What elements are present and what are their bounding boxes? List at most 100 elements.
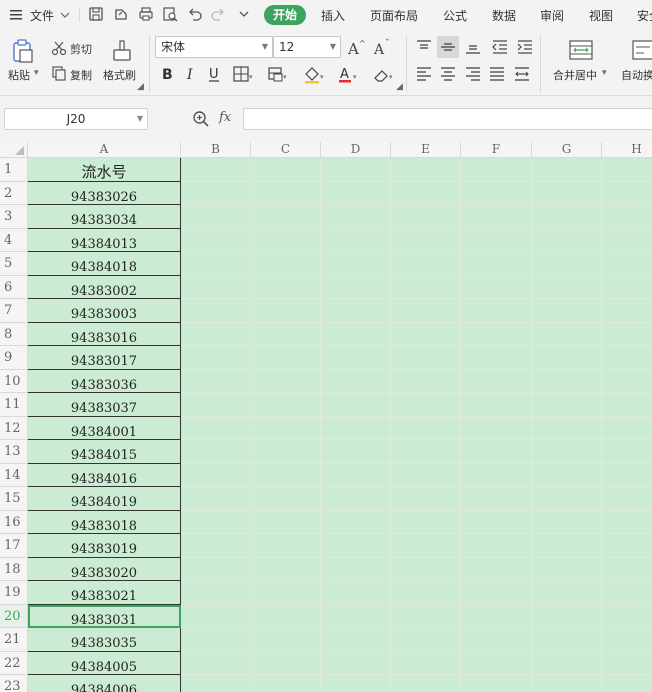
column-header-c[interactable]: C — [251, 142, 321, 158]
fill-color-icon[interactable]: ▾ — [302, 63, 324, 85]
export-icon[interactable] — [113, 6, 129, 22]
cell-a1-header[interactable]: 流水号 — [28, 158, 181, 182]
italic-icon[interactable]: I — [181, 63, 203, 85]
cell-a2[interactable]: 94383026 — [28, 182, 181, 205]
cell-style-icon[interactable]: ▾ — [266, 63, 288, 85]
row-header-20[interactable]: 20 — [0, 605, 28, 628]
font-name-select[interactable]: 宋体 ▼ — [155, 36, 273, 58]
row-header-4[interactable]: 4 — [0, 229, 28, 252]
clear-format-icon[interactable]: ▾ — [372, 63, 394, 85]
column-header-a[interactable]: A — [28, 142, 181, 158]
merge-center-button[interactable]: 合并居中 — [553, 67, 597, 83]
row-header-15[interactable]: 15 — [0, 487, 28, 511]
cell-a8[interactable]: 94383016 — [28, 323, 181, 346]
formula-input[interactable] — [243, 108, 652, 130]
column-header-g[interactable]: G — [532, 142, 602, 158]
row-header-17[interactable]: 17 — [0, 534, 28, 558]
print-icon[interactable] — [138, 6, 154, 22]
format-painter-button[interactable]: 格式刷 — [103, 67, 136, 83]
cell-a21[interactable]: 94383035 — [28, 628, 181, 652]
underline-icon[interactable]: U — [204, 63, 226, 85]
tab-data[interactable]: 数据 — [492, 7, 516, 24]
align-middle-icon[interactable] — [437, 36, 459, 58]
cell-a20[interactable]: 94383031 — [28, 605, 181, 628]
tab-view[interactable]: 视图 — [589, 7, 613, 24]
merge-dropdown-icon[interactable]: ▾ — [602, 68, 607, 78]
row-header-7[interactable]: 7 — [0, 299, 28, 323]
cell-a11[interactable]: 94383037 — [28, 393, 181, 417]
tab-page-layout[interactable]: 页面布局 — [370, 7, 418, 24]
clipboard-launcher-icon[interactable]: ◢ — [137, 82, 144, 92]
cell-a7[interactable]: 94383003 — [28, 299, 181, 323]
align-bottom-icon[interactable] — [462, 36, 484, 58]
column-header-h[interactable]: H — [602, 142, 652, 158]
format-painter-icon[interactable] — [110, 38, 134, 64]
column-header-b[interactable]: B — [181, 142, 251, 158]
name-box[interactable]: J20 ▼ — [4, 108, 148, 130]
cell-a19[interactable]: 94383021 — [28, 581, 181, 605]
cell-a22[interactable]: 94384005 — [28, 652, 181, 675]
quick-access-dropdown-icon[interactable] — [236, 6, 252, 22]
row-header-2[interactable]: 2 — [0, 182, 28, 205]
row-header-19[interactable]: 19 — [0, 581, 28, 605]
column-header-d[interactable]: D — [321, 142, 391, 158]
select-all-corner[interactable] — [0, 142, 28, 158]
merge-center-icon[interactable] — [568, 38, 594, 62]
paste-button[interactable]: 粘贴 — [8, 67, 30, 83]
row-header-5[interactable]: 5 — [0, 252, 28, 276]
tab-insert[interactable]: 插入 — [321, 7, 345, 24]
font-size-select[interactable]: 12 ▼ — [273, 36, 341, 58]
bold-icon[interactable]: B — [157, 63, 179, 85]
row-header-6[interactable]: 6 — [0, 276, 28, 299]
row-header-8[interactable]: 8 — [0, 323, 28, 346]
row-header-22[interactable]: 22 — [0, 652, 28, 675]
column-header-f[interactable]: F — [461, 142, 532, 158]
font-launcher-icon[interactable]: ◢ — [396, 82, 403, 92]
cell-a23[interactable]: 94384006 — [28, 675, 181, 692]
cut-button[interactable]: 剪切 — [70, 41, 92, 57]
row-header-13[interactable]: 13 — [0, 440, 28, 464]
scissors-icon[interactable] — [51, 40, 67, 56]
save-icon[interactable] — [88, 6, 104, 22]
tab-review[interactable]: 审阅 — [540, 7, 564, 24]
cell-a15[interactable]: 94384019 — [28, 487, 181, 511]
row-header-10[interactable]: 10 — [0, 370, 28, 393]
font-color-icon[interactable]: A ▾ — [336, 63, 358, 85]
tab-security[interactable]: 安全 — [637, 7, 652, 24]
row-header-3[interactable]: 3 — [0, 205, 28, 229]
wrap-text-icon[interactable] — [630, 38, 652, 62]
cell-a9[interactable]: 94383017 — [28, 346, 181, 370]
row-header-16[interactable]: 16 — [0, 511, 28, 534]
copy-icon[interactable] — [51, 65, 67, 81]
tab-home[interactable]: 开始 — [264, 5, 306, 25]
cell-a10[interactable]: 94383036 — [28, 370, 181, 393]
cell-a4[interactable]: 94384013 — [28, 229, 181, 252]
row-header-9[interactable]: 9 — [0, 346, 28, 370]
align-right-icon[interactable] — [462, 63, 484, 85]
zoom-search-icon[interactable] — [192, 110, 210, 128]
spreadsheet-grid[interactable]: ABCDEFGH 1 2 3 4 5 6 7 8 9 10 11 12 13 14 15 16 17 18 19 20… — [0, 142, 652, 692]
increase-font-size-icon[interactable]: A ^ — [346, 37, 368, 59]
increase-indent-icon[interactable] — [514, 36, 536, 58]
function-icon[interactable]: fx — [219, 110, 231, 125]
file-menu[interactable]: 文件 — [30, 7, 54, 24]
row-header-11[interactable]: 11 — [0, 393, 28, 417]
copy-button[interactable]: 复制 — [70, 67, 92, 83]
distributed-align-icon[interactable] — [511, 63, 533, 85]
paste-dropdown-icon[interactable]: ▾ — [34, 68, 39, 78]
redo-icon[interactable] — [210, 6, 226, 22]
cell-a5[interactable]: 94384018 — [28, 252, 181, 276]
align-center-icon[interactable] — [437, 63, 459, 85]
cell-a14[interactable]: 94384016 — [28, 464, 181, 487]
decrease-font-size-icon[interactable]: Aˇ — [372, 37, 394, 59]
cell-a12[interactable]: 94384001 — [28, 417, 181, 440]
print-preview-icon[interactable] — [162, 6, 178, 22]
cell-a17[interactable]: 94383019 — [28, 534, 181, 558]
undo-icon[interactable] — [187, 6, 203, 22]
row-header-23[interactable]: 23 — [0, 675, 28, 692]
row-header-12[interactable]: 12 — [0, 417, 28, 440]
justify-icon[interactable] — [486, 63, 508, 85]
paste-icon[interactable] — [10, 38, 36, 64]
cell-a13[interactable]: 94384015 — [28, 440, 181, 464]
row-header-21[interactable]: 21 — [0, 628, 28, 652]
